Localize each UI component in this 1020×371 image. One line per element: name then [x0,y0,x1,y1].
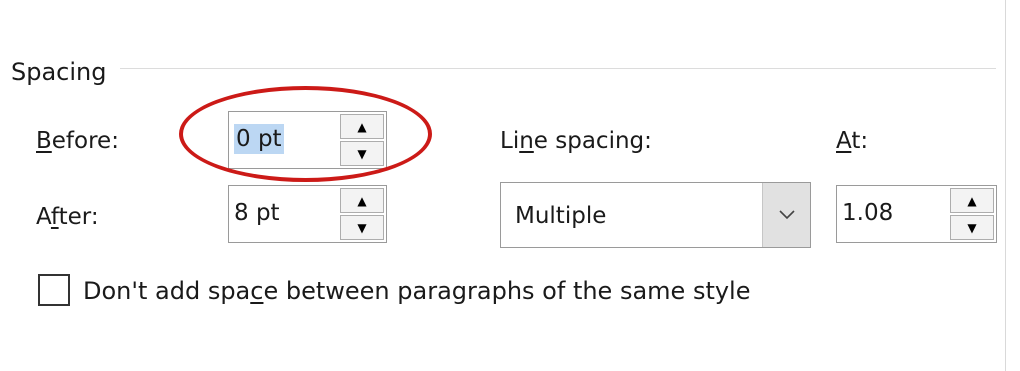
before-increment-button[interactable]: ▲ [340,114,384,139]
line-spacing-label: Line spacing: [500,128,652,154]
at-value[interactable]: 1.08 [842,198,893,228]
spin-up-icon: ▲ [357,119,367,134]
chevron-down-icon [778,210,795,220]
after-increment-button[interactable]: ▲ [340,188,384,213]
after-decrement-button[interactable]: ▼ [340,215,384,240]
spacing-group-title: Spacing [11,58,107,86]
before-spinner[interactable]: 0 pt ▲ ▼ [228,111,387,169]
spin-down-icon: ▼ [357,146,367,161]
at-increment-button[interactable]: ▲ [950,188,994,213]
before-label: Before: [36,128,119,154]
group-divider [120,68,996,69]
spin-up-icon: ▲ [967,193,977,208]
dont-add-space-checkbox[interactable] [38,274,70,306]
at-label: At: [836,128,869,154]
spin-down-icon: ▼ [357,220,367,235]
after-value[interactable]: 8 pt [234,198,280,228]
spin-down-icon: ▼ [967,220,977,235]
before-value[interactable]: 0 pt [234,124,284,154]
line-spacing-value: Multiple [515,203,607,229]
dont-add-space-label[interactable]: Don't add space between paragraphs of th… [83,274,751,308]
dialog-right-border [1005,0,1006,371]
line-spacing-dropdown[interactable]: Multiple [500,182,811,248]
before-decrement-button[interactable]: ▼ [340,141,384,166]
at-spinner[interactable]: 1.08 ▲ ▼ [836,185,997,243]
after-label: After: [36,204,99,230]
dropdown-arrow-button[interactable] [762,183,810,247]
after-spinner[interactable]: 8 pt ▲ ▼ [228,185,387,243]
at-decrement-button[interactable]: ▼ [950,215,994,240]
spin-up-icon: ▲ [357,193,367,208]
